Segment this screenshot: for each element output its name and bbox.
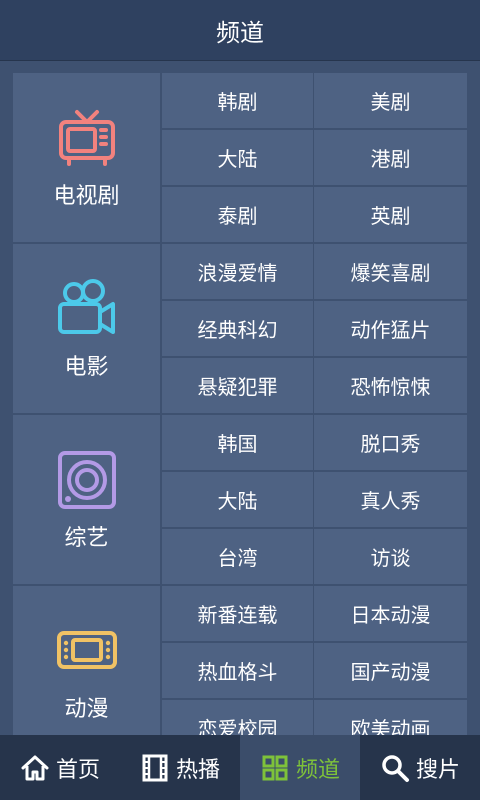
category-label: 电视剧 xyxy=(53,183,120,209)
channel-item[interactable]: 新番连载 xyxy=(162,586,314,643)
channel-item[interactable]: 大陆 xyxy=(162,472,314,529)
category-items: 韩剧 美剧 大陆 港剧 泰剧 英剧 xyxy=(162,73,467,244)
channel-item[interactable]: 恐怖惊悚 xyxy=(314,358,467,415)
speaker-icon xyxy=(57,450,116,509)
home-icon xyxy=(21,755,49,780)
category-label: 综艺 xyxy=(64,525,109,551)
tab-search[interactable]: 搜片 xyxy=(360,735,480,800)
section-movies: 电影 浪漫爱情 爆笑喜剧 经典科幻 动作猛片 悬疑犯罪 恐怖惊悚 xyxy=(13,244,467,415)
channel-item[interactable]: 大陆 xyxy=(162,130,314,187)
channel-item[interactable]: 热血格斗 xyxy=(162,643,314,700)
bottom-tab-bar: 首页 热播 频道 搜片 xyxy=(0,735,480,800)
channel-item[interactable]: 日本动漫 xyxy=(314,586,467,643)
tab-label: 搜片 xyxy=(415,757,460,783)
grid-icon xyxy=(262,755,288,780)
channel-item[interactable]: 访谈 xyxy=(314,529,467,586)
channel-grid: 电视剧 韩剧 美剧 大陆 港剧 泰剧 英剧 电影 浪漫爱情 爆笑喜剧 经典科幻 … xyxy=(13,73,467,735)
header-bar: 频道 xyxy=(0,0,480,60)
channel-item[interactable]: 国产动漫 xyxy=(314,643,467,700)
tab-channels[interactable]: 频道 xyxy=(240,735,360,800)
channel-item[interactable]: 美剧 xyxy=(314,73,467,130)
channel-item[interactable]: 真人秀 xyxy=(314,472,467,529)
category-label: 电影 xyxy=(64,354,109,380)
channel-item[interactable]: 台湾 xyxy=(162,529,314,586)
section-tv-series: 电视剧 韩剧 美剧 大陆 港剧 泰剧 英剧 xyxy=(13,73,467,244)
film-icon xyxy=(142,754,168,781)
channel-item[interactable]: 浪漫爱情 xyxy=(162,244,314,301)
channel-item[interactable]: 欧美动画 xyxy=(314,700,467,735)
channel-item[interactable]: 恋爱校园 xyxy=(162,700,314,735)
channel-item[interactable]: 经典科幻 xyxy=(162,301,314,358)
page-title: 频道 xyxy=(216,18,264,47)
category-items: 浪漫爱情 爆笑喜剧 经典科幻 动作猛片 悬疑犯罪 恐怖惊悚 xyxy=(162,244,467,415)
tab-hot[interactable]: 热播 xyxy=(120,735,240,800)
channel-list[interactable]: 电视剧 韩剧 美剧 大陆 港剧 泰剧 英剧 电影 浪漫爱情 爆笑喜剧 经典科幻 … xyxy=(0,60,480,735)
tab-home[interactable]: 首页 xyxy=(0,735,120,800)
channel-item[interactable]: 韩剧 xyxy=(162,73,314,130)
category-movies[interactable]: 电影 xyxy=(13,244,162,415)
channel-item[interactable]: 动作猛片 xyxy=(314,301,467,358)
channel-item[interactable]: 泰剧 xyxy=(162,187,314,244)
channel-item[interactable]: 爆笑喜剧 xyxy=(314,244,467,301)
category-tv-series[interactable]: 电视剧 xyxy=(13,73,162,244)
tab-label: 热播 xyxy=(175,757,220,783)
channel-item[interactable]: 港剧 xyxy=(314,130,467,187)
section-variety: 综艺 韩国 脱口秀 大陆 真人秀 台湾 访谈 xyxy=(13,415,467,586)
category-variety[interactable]: 综艺 xyxy=(13,415,162,586)
channel-item[interactable]: 英剧 xyxy=(314,187,467,244)
category-items: 新番连载 日本动漫 热血格斗 国产动漫 恋爱校园 欧美动画 xyxy=(162,586,467,735)
tab-label: 频道 xyxy=(295,757,340,783)
gameboy-icon xyxy=(56,630,117,669)
channel-item[interactable]: 悬疑犯罪 xyxy=(162,358,314,415)
tv-icon xyxy=(58,109,115,166)
movie-camera-icon xyxy=(57,278,115,334)
channel-item[interactable]: 韩国 xyxy=(162,415,314,472)
section-anime: 动漫 新番连载 日本动漫 热血格斗 国产动漫 恋爱校园 欧美动画 xyxy=(13,586,467,735)
channel-item[interactable]: 脱口秀 xyxy=(314,415,467,472)
category-items: 韩国 脱口秀 大陆 真人秀 台湾 访谈 xyxy=(162,415,467,586)
search-icon xyxy=(382,754,409,782)
category-label: 动漫 xyxy=(64,696,109,722)
category-anime[interactable]: 动漫 xyxy=(13,586,162,735)
tab-label: 首页 xyxy=(55,757,100,783)
